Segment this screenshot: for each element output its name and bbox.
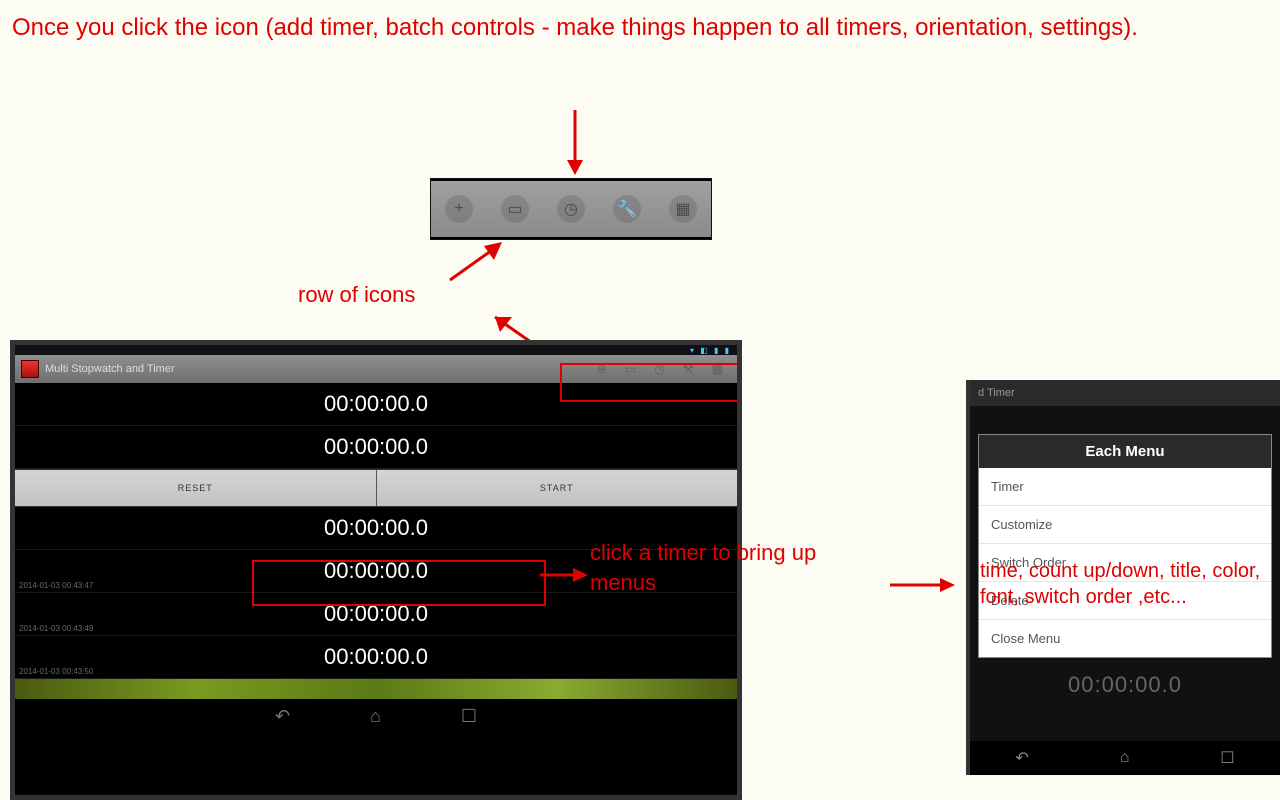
annotation-top: Once you click the icon (add timer, batc…: [12, 12, 1212, 44]
timer-row[interactable]: 00:00:00.02014-01-03 00:43:49: [15, 593, 737, 636]
monitor-icon[interactable]: ▭: [625, 362, 636, 376]
status-bar: ▾ ◧ ▮ ▮: [15, 345, 737, 355]
menu-item-customize[interactable]: Customize: [979, 506, 1271, 544]
wrench-icon[interactable]: 🔧: [613, 195, 641, 223]
timestamp: 2014-01-03 00:43:49: [19, 624, 93, 633]
menu-title: Each Menu: [979, 435, 1271, 468]
annotation-menu-desc: time, count up/down, title, color, font,…: [980, 558, 1280, 610]
timer-row[interactable]: 00:00:00.0: [15, 383, 737, 426]
app-icon[interactable]: ▦: [712, 362, 723, 376]
annotation-click-timer: click a timer to bring up menus: [590, 538, 870, 597]
timestamp: 2014-01-03 00:43:47: [19, 581, 93, 590]
toolbar-zoom: + ▭ ◷ 🔧 ▦: [430, 178, 712, 240]
app-icon[interactable]: ▦: [669, 195, 697, 223]
arrow-down-icon: [560, 110, 590, 183]
wrench-icon[interactable]: ⚒: [683, 362, 694, 376]
timestamp: 2014-01-03 00:43:50: [19, 667, 93, 676]
menu-item-close[interactable]: Close Menu: [979, 620, 1271, 657]
back-icon[interactable]: ↶: [1015, 748, 1028, 768]
clock-icon[interactable]: ◷: [557, 195, 585, 223]
back-icon[interactable]: ↶: [275, 706, 290, 727]
home-icon[interactable]: ⌂: [370, 706, 381, 727]
recent-icon[interactable]: ☐: [461, 706, 477, 727]
footer-image: [15, 679, 737, 699]
phone-app-bar: d Timer: [970, 380, 1280, 406]
arrow-right-timer: [540, 560, 590, 595]
app-bar: Multi Stopwatch and Timer ⊕ ▭ ◷ ⚒ ▦: [15, 355, 737, 383]
reset-button[interactable]: RESET: [15, 470, 377, 506]
arrow-to-iconbar: [440, 240, 520, 295]
arrow-to-menu: [890, 570, 960, 605]
clock-icon[interactable]: ◷: [654, 362, 664, 376]
toolbar-icons: ⊕ ▭ ◷ ⚒ ▦: [597, 355, 733, 383]
phone-nav-bar: ↶ ⌂ ☐: [970, 741, 1280, 775]
plus-icon[interactable]: ⊕: [597, 362, 607, 376]
monitor-icon[interactable]: ▭: [501, 195, 529, 223]
app-logo-icon: [21, 360, 39, 378]
nav-bar: ↶ ⌂ ☐: [15, 699, 737, 733]
start-button[interactable]: START: [377, 470, 738, 506]
annotation-row-of-icons: row of icons: [298, 280, 415, 310]
context-menu: Each Menu Timer Customize Switch Order D…: [978, 434, 1272, 658]
plus-icon[interactable]: +: [445, 195, 473, 223]
menu-item-timer[interactable]: Timer: [979, 468, 1271, 506]
timer-row[interactable]: 00:00:00.02014-01-03 00:43:50: [15, 636, 737, 679]
recent-icon[interactable]: ☐: [1220, 748, 1234, 768]
timer-row[interactable]: 00:00:00.0: [15, 426, 737, 469]
app-title: Multi Stopwatch and Timer: [45, 363, 175, 375]
home-icon[interactable]: ⌂: [1120, 749, 1130, 767]
button-row: RESET START: [15, 469, 737, 507]
phone-timer-display: 00:00:00.0: [970, 666, 1280, 704]
